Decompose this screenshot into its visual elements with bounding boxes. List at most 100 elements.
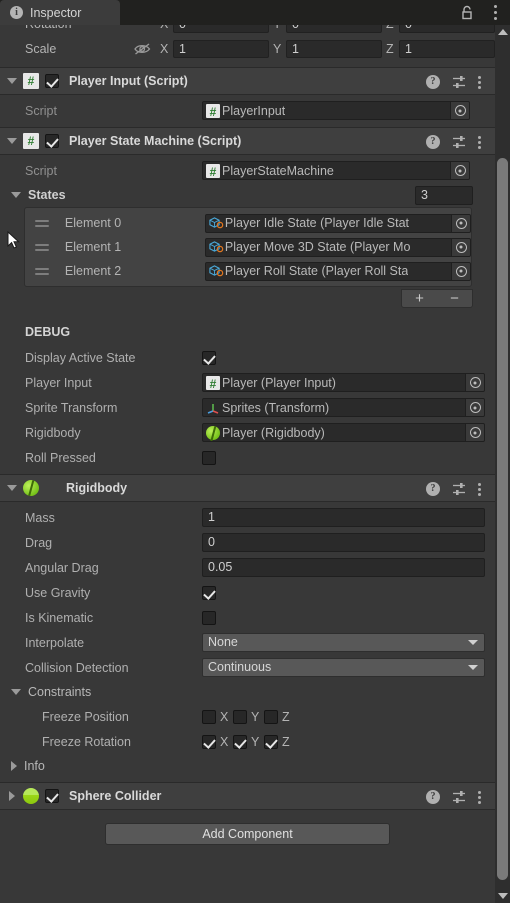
script-object-field[interactable]: PlayerInput	[202, 101, 470, 120]
scrollbar-thumb[interactable]	[497, 158, 508, 880]
drag-handle-icon[interactable]	[35, 218, 49, 228]
sprite-transform-object-field[interactable]: Sprites (Transform)	[202, 398, 485, 417]
vertical-scrollbar[interactable]	[495, 25, 510, 903]
use-gravity-checkbox[interactable]	[202, 585, 216, 600]
foldout-toggle-player-input[interactable]	[4, 67, 20, 95]
preset-icon[interactable]	[452, 75, 466, 89]
chevron-up-icon	[497, 29, 508, 35]
help-icon[interactable]: ?	[426, 790, 440, 804]
chevron-down-icon	[11, 192, 21, 198]
list-item[interactable]: Element 2 Player Roll State (Player Roll…	[25, 259, 472, 283]
drag-handle-icon[interactable]	[35, 242, 49, 252]
freeze-rotation-label: Freeze Rotation	[42, 734, 131, 749]
component-enabled-checkbox-sphere-collider[interactable]	[45, 789, 59, 803]
freeze-rotation-z-label: Z	[282, 734, 290, 749]
is-kinematic-checkbox[interactable]	[202, 610, 216, 625]
object-picker-button[interactable]	[451, 262, 471, 280]
scale-z-field[interactable]: 1	[399, 40, 495, 58]
list-item[interactable]: Element 0 Player Idle State (Player Idle…	[25, 211, 472, 235]
freeze-position-label: Freeze Position	[42, 709, 129, 724]
mass-field[interactable]: 1	[202, 508, 485, 527]
freeze-rotation-y-checkbox[interactable]	[233, 734, 247, 749]
more-options-icon[interactable]	[494, 5, 498, 20]
drag-field[interactable]: 0	[202, 533, 485, 552]
scroll-down-button[interactable]	[495, 889, 510, 903]
freeze-position-z-checkbox[interactable]	[264, 709, 278, 724]
rigidbody-value: Player (Rigidbody)	[222, 425, 325, 440]
lock-icon[interactable]	[460, 5, 474, 20]
list-item[interactable]: Element 1 Player Move 3D State (Player M…	[25, 235, 472, 259]
object-picker-button[interactable]	[450, 162, 469, 179]
rotation-x-field[interactable]: 0	[173, 25, 269, 33]
foldout-toggle-player-state-machine[interactable]	[4, 127, 20, 155]
constraints-foldout-row[interactable]: Constraints	[0, 680, 495, 704]
object-picker-button[interactable]	[451, 238, 471, 256]
angular-drag-field[interactable]: 0.05	[202, 558, 485, 577]
script-label: Script	[25, 163, 57, 178]
freeze-position-y-label: Y	[251, 709, 260, 724]
element-object-field[interactable]: Player Roll State (Player Roll Sta	[204, 261, 472, 281]
scriptable-object-icon	[209, 216, 224, 230]
more-options-icon[interactable]	[478, 135, 482, 149]
foldout-toggle-rigidbody[interactable]	[4, 474, 20, 502]
freeze-position-x-checkbox[interactable]	[202, 709, 216, 724]
tab-inspector[interactable]: i Inspector	[0, 0, 120, 25]
freeze-rotation-z-checkbox[interactable]	[264, 734, 278, 749]
scale-y-field[interactable]: 1	[286, 40, 382, 58]
help-icon[interactable]: ?	[426, 135, 440, 149]
component-header-player-input[interactable]: Player Input (Script) ?	[0, 67, 495, 95]
states-size-field[interactable]: 3	[415, 185, 473, 205]
scroll-up-button[interactable]	[495, 25, 510, 39]
element-object-field[interactable]: Player Idle State (Player Idle Stat	[204, 213, 472, 233]
constrain-proportions-off-icon[interactable]	[133, 42, 152, 56]
script-object-field[interactable]: PlayerStateMachine	[202, 161, 470, 180]
preset-icon[interactable]	[452, 790, 466, 804]
preset-icon[interactable]	[452, 135, 466, 149]
component-header-rigidbody[interactable]: Rigidbody ?	[0, 474, 495, 502]
add-element-button[interactable]: +	[415, 290, 424, 307]
component-header-player-state-machine[interactable]: Player State Machine (Script) ?	[0, 127, 495, 155]
rigidbody-object-field[interactable]: Player (Rigidbody)	[202, 423, 485, 442]
freeze-rotation-x-checkbox[interactable]	[202, 734, 216, 749]
component-header-sphere-collider[interactable]: Sphere Collider ?	[0, 782, 495, 810]
freeze-position-z-label: Z	[282, 709, 290, 724]
component-title-player-input: Player Input (Script)	[69, 74, 188, 88]
field-row-script: Script PlayerStateMachine	[0, 158, 495, 183]
states-foldout-row[interactable]: States 3	[0, 183, 495, 207]
element-value: Player Roll State (Player Roll Sta	[224, 264, 409, 278]
interpolate-value: None	[208, 635, 238, 649]
object-picker-button[interactable]	[465, 374, 484, 391]
element-object-field[interactable]: Player Move 3D State (Player Mo	[204, 237, 472, 257]
preset-icon[interactable]	[452, 482, 466, 496]
foldout-toggle-sphere-collider[interactable]	[4, 782, 20, 810]
help-icon[interactable]: ?	[426, 482, 440, 496]
more-options-icon[interactable]	[478, 790, 482, 804]
object-picker-button[interactable]	[451, 214, 471, 232]
interpolate-dropdown[interactable]: None	[202, 633, 485, 652]
more-options-icon[interactable]	[478, 482, 482, 496]
object-picker-button[interactable]	[465, 424, 484, 441]
display-active-state-checkbox[interactable]	[202, 350, 216, 365]
component-enabled-checkbox-player-input[interactable]	[45, 74, 59, 88]
component-title-sphere-collider: Sphere Collider	[69, 789, 162, 803]
more-options-icon[interactable]	[478, 75, 482, 89]
object-picker-button[interactable]	[450, 102, 469, 119]
component-enabled-checkbox-player-state-machine[interactable]	[45, 134, 59, 148]
help-icon[interactable]: ?	[426, 75, 440, 89]
info-foldout-row[interactable]: Info	[0, 754, 495, 778]
add-component-button[interactable]: Add Component	[105, 823, 390, 845]
freeze-position-y-checkbox[interactable]	[233, 709, 247, 724]
rotation-y-field[interactable]: 0	[286, 25, 382, 33]
player-input-object-field[interactable]: Player (Player Input)	[202, 373, 485, 392]
target-icon	[454, 165, 466, 176]
list-add-remove-buttons: + −	[401, 289, 473, 308]
scale-axis-x-label: X	[160, 42, 169, 56]
roll-pressed-checkbox[interactable]	[202, 450, 216, 465]
component-body-player-input: Script PlayerInput	[0, 95, 495, 127]
drag-handle-icon[interactable]	[35, 266, 49, 276]
scale-x-field[interactable]: 1	[173, 40, 269, 58]
remove-element-button[interactable]: −	[450, 290, 459, 307]
rotation-z-field[interactable]: 0	[399, 25, 495, 33]
object-picker-button[interactable]	[465, 399, 484, 416]
collision-detection-dropdown[interactable]: Continuous	[202, 658, 485, 677]
